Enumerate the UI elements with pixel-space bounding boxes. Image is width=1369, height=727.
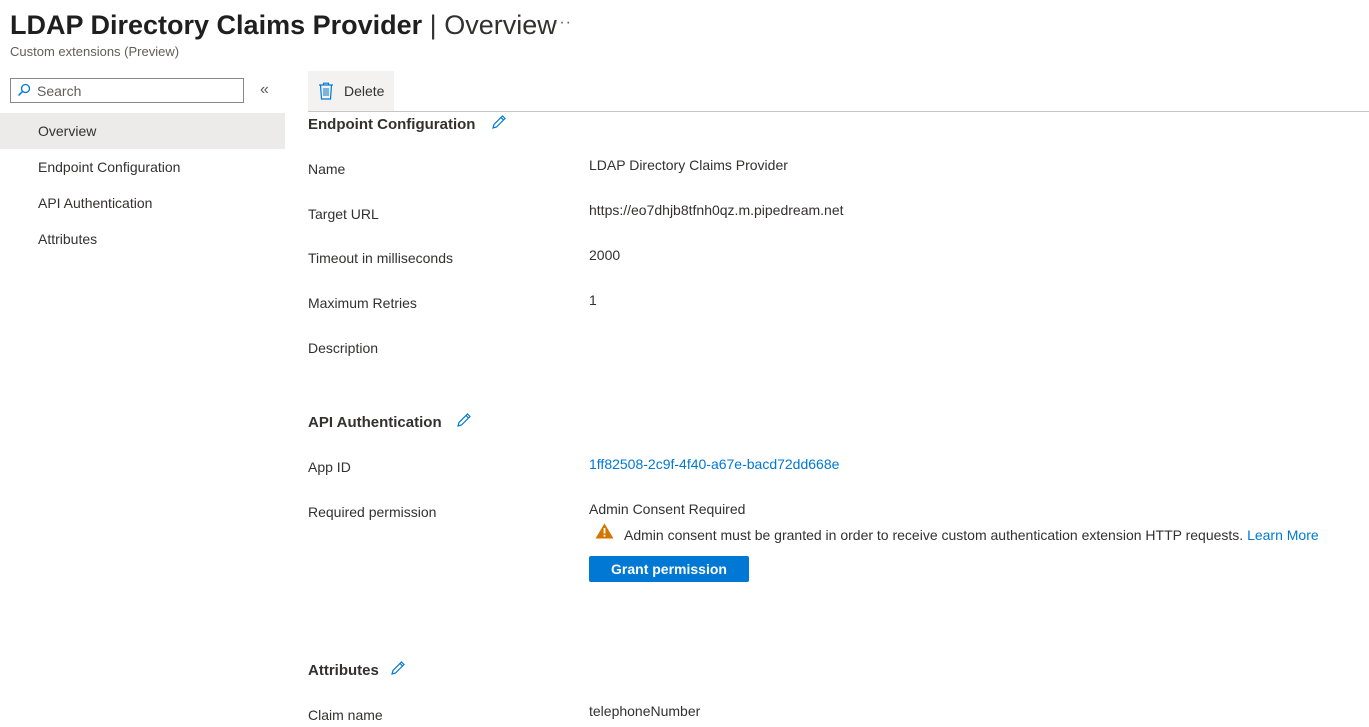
admin-consent-warning: Admin consent must be granted in order t…	[624, 527, 1319, 543]
endpoint-section-title: Endpoint Configuration	[308, 116, 476, 133]
warning-icon	[595, 523, 614, 539]
edit-api-auth-icon[interactable]	[456, 412, 472, 428]
field-value-max-retries: 1	[589, 292, 597, 308]
sidebar-item-attributes[interactable]: Attributes	[0, 221, 285, 257]
sidebar-item-api-authentication[interactable]: API Authentication	[0, 185, 285, 221]
resource-name: LDAP Directory Claims Provider	[10, 10, 423, 40]
more-options-button[interactable]: ···	[553, 14, 572, 32]
field-label-description: Description	[308, 340, 379, 356]
field-label-name: Name	[308, 161, 346, 177]
delete-button[interactable]: Delete	[308, 71, 394, 111]
page-section-name: Overview	[444, 10, 557, 40]
trash-icon	[319, 82, 333, 100]
sidebar-item-endpoint-configuration[interactable]: Endpoint Configuration	[0, 149, 285, 185]
field-label-required-permission: Required permission	[308, 504, 437, 520]
field-label-max-retries: Maximum Retries	[308, 295, 417, 311]
app-id-link[interactable]: 1ff82508-2c9f-4f40-a67e-bacd72dd668e	[589, 456, 839, 472]
field-label-timeout: Timeout in milliseconds	[308, 250, 453, 266]
edit-endpoint-icon[interactable]	[491, 114, 507, 130]
search-box[interactable]	[10, 78, 244, 103]
field-value-timeout: 2000	[589, 247, 621, 263]
delete-button-label: Delete	[344, 83, 385, 99]
warning-text: Admin consent must be granted in order t…	[624, 527, 1244, 543]
search-input[interactable]	[37, 81, 237, 100]
field-label-target-url: Target URL	[308, 206, 379, 222]
search-icon	[17, 83, 31, 97]
field-label-claim-name: Claim name	[308, 707, 383, 723]
field-value-claim-name: telephoneNumber	[589, 703, 701, 719]
field-value-name: LDAP Directory Claims Provider	[589, 157, 788, 173]
api-auth-section-title: API Authentication	[308, 414, 442, 431]
learn-more-link[interactable]: Learn More	[1247, 527, 1319, 543]
field-value-required-permission: Admin Consent Required	[589, 501, 746, 517]
title-separator: |	[429, 10, 437, 40]
page-title: LDAP Directory Claims Provider | Overvie…	[10, 8, 557, 42]
collapse-sidebar-button[interactable]: «	[260, 81, 269, 99]
grant-permission-button[interactable]: Grant permission	[589, 556, 749, 582]
field-label-app-id: App ID	[308, 459, 351, 475]
attributes-section-title: Attributes	[308, 662, 379, 679]
sidebar-item-overview[interactable]: Overview	[0, 113, 285, 149]
page-subtitle: Custom extensions (Preview)	[10, 44, 180, 59]
toolbar-divider	[308, 111, 1369, 112]
field-value-target-url: https://eo7dhjb8tfnh0qz.m.pipedream.net	[589, 202, 844, 218]
edit-attributes-icon[interactable]	[390, 660, 406, 676]
